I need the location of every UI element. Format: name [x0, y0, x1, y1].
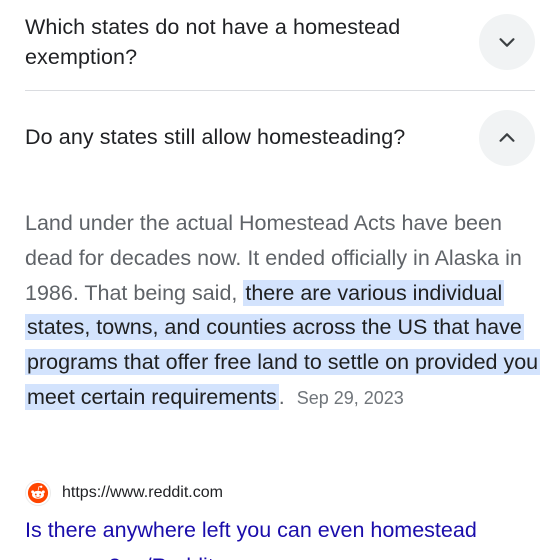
- faq-question-1[interactable]: Which states do not have a homestead exe…: [25, 12, 400, 72]
- reddit-icon: [27, 482, 49, 504]
- faq-toggle-1-button[interactable]: [479, 14, 535, 70]
- faq-answer: Land under the actual Homestead Acts hav…: [25, 206, 541, 416]
- faq-question-1-line2: exemption?: [25, 45, 138, 69]
- faq-item-1[interactable]: Which states do not have a homestead exe…: [0, 0, 560, 90]
- faq-toggle-2-button[interactable]: [479, 110, 535, 166]
- source-attribution[interactable]: https://www.reddit.com: [25, 480, 223, 506]
- chevron-up-icon: [499, 133, 515, 142]
- faq-question-2[interactable]: Do any states still allow homesteading?: [25, 122, 405, 152]
- source-favicon: [25, 480, 51, 506]
- result-title-link-cont[interactable]: anymore? : r/Reddit: [25, 548, 214, 560]
- result-title-link[interactable]: Is there anywhere left you can even home…: [25, 512, 477, 548]
- answer-date: Sep 29, 2023: [296, 387, 404, 408]
- chevron-down-icon: [499, 38, 515, 47]
- source-url[interactable]: https://www.reddit.com: [62, 484, 223, 502]
- faq-question-1-line1: Which states do not have a homestead: [25, 15, 401, 39]
- answer-trailing-text: .: [278, 384, 285, 409]
